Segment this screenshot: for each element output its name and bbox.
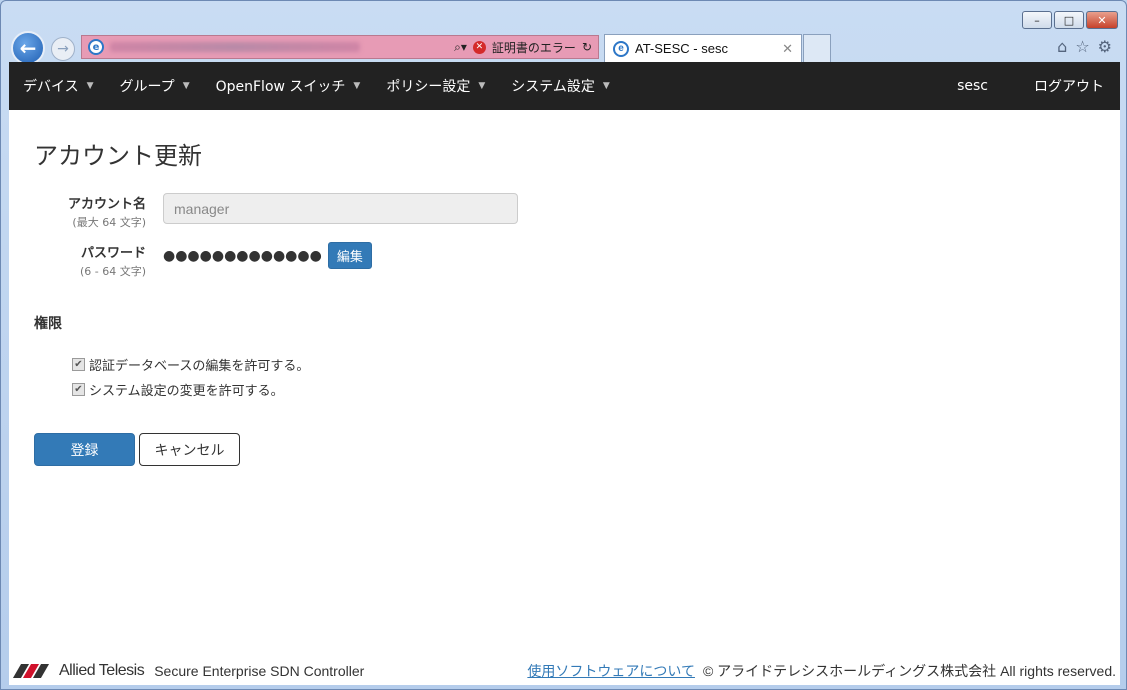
arrow-right-icon: → [57,41,69,57]
permission-system-settings[interactable]: ✔ システム設定の変更を許可する。 [72,380,1095,399]
password-hint: (6 - 64 文字) [79,265,146,278]
navbar: デバイス ▼ グループ ▼ OpenFlow スイッチ ▼ ポリシー設定 ▼ シ… [9,62,1120,110]
software-info-link[interactable]: 使用ソフトウェアについて [527,661,695,681]
close-tab-icon[interactable]: ✕ [782,41,793,57]
address-bar[interactable]: e ⌕▾ ✕ 証明書のエラー ↻ [81,35,599,59]
nav-policy-settings[interactable]: ポリシー設定 ▼ [386,76,485,96]
account-name-label-text: アカウント名 [67,197,146,212]
copyright: © アライドテレシスホールディングス株式会社 All rights reserv… [702,663,1116,679]
arrow-left-icon: ← [19,36,37,60]
password-label-text: パスワード [80,246,146,261]
main-content: アカウント更新 アカウント名 (最大 64 文字) パスワード (6 - 64 … [9,110,1120,492]
permission-label: システム設定の変更を許可する。 [89,384,284,399]
logout-link[interactable]: ログアウト [1034,76,1104,96]
cancel-button[interactable]: キャンセル [139,433,240,466]
chevron-down-icon: ▼ [602,81,610,91]
account-name-row: アカウント名 (最大 64 文字) [34,193,1095,230]
minimize-button[interactable]: – [1022,11,1052,29]
web-page: デバイス ▼ グループ ▼ OpenFlow スイッチ ▼ ポリシー設定 ▼ シ… [9,62,1120,685]
password-row: パスワード (6 - 64 文字) ●●●●●●●●●●●●● 編集 [34,242,1095,279]
nav-system-settings[interactable]: システム設定 ▼ [511,76,610,96]
cert-error-label[interactable]: 証明書のエラー [492,39,576,56]
address-actions: ⌕▾ ✕ 証明書のエラー ↻ [454,39,592,56]
checkbox-checked-icon[interactable]: ✔ [72,358,85,371]
nav-devices[interactable]: デバイス ▼ [23,76,94,96]
refresh-icon[interactable]: ↻ [582,40,592,54]
account-name-hint: (最大 64 文字) [72,216,146,229]
footer-right: 使用ソフトウェアについて © アライドテレシスホールディングス株式会社 All … [527,661,1116,681]
logo-text: Allied Telesis [59,662,145,679]
chevron-down-icon: ▼ [353,81,361,91]
password-label: パスワード (6 - 64 文字) [34,242,146,279]
url-text-blurred [110,42,360,52]
window-controls: – □ ✕ [1022,11,1118,29]
search-icon[interactable]: ⌕▾ [454,40,467,55]
account-name-input [163,193,518,224]
browser-window: – □ ✕ ← → e ⌕▾ ✕ 証明書のエラー ↻ e AT-SESC - s… [0,0,1127,690]
close-window-button[interactable]: ✕ [1086,11,1118,29]
chevron-down-icon: ▼ [86,81,94,91]
allied-telesis-logo: Allied Telesis [12,662,145,680]
ie-icon: e [88,39,104,55]
permissions-title: 権限 [34,316,62,332]
nav-label: グループ [119,79,175,95]
permission-auth-db[interactable]: ✔ 認証データベースの編集を許可する。 [72,355,1095,374]
gear-icon[interactable]: ⚙ [1098,37,1112,56]
form-buttons: 登録 キャンセル [34,433,1095,466]
allied-telesis-logo-icon [12,664,55,678]
forward-button[interactable]: → [51,37,75,61]
nav-groups[interactable]: グループ ▼ [120,76,190,96]
nav-user[interactable]: sesc [957,78,988,94]
ie-icon: e [613,40,629,57]
submit-button[interactable]: 登録 [34,433,135,466]
permission-label: 認証データベースの編集を許可する。 [89,359,310,374]
star-icon[interactable]: ☆ [1075,37,1089,56]
back-button[interactable]: ← [11,31,45,65]
nav-label: OpenFlow スイッチ [215,79,346,95]
nav-openflow-switch[interactable]: OpenFlow スイッチ ▼ [216,76,361,96]
chevron-down-icon: ▼ [478,81,486,91]
password-masked: ●●●●●●●●●●●●● [163,248,322,264]
new-tab-button[interactable] [803,34,831,62]
product-name: Secure Enterprise SDN Controller [154,663,365,679]
account-name-label: アカウント名 (最大 64 文字) [34,193,146,230]
browser-toolbar-icons: ⌂ ☆ ⚙ [1057,37,1112,56]
nav-label: デバイス [23,79,79,95]
maximize-button[interactable]: □ [1054,11,1084,29]
checkbox-checked-icon[interactable]: ✔ [72,383,85,396]
home-icon[interactable]: ⌂ [1057,37,1067,56]
nav-label: システム設定 [511,79,595,95]
footer: Allied Telesis Secure Enterprise SDN Con… [9,657,1120,685]
chevron-down-icon: ▼ [182,81,190,91]
nav-label: ポリシー設定 [386,79,471,95]
page-title: アカウント更新 [34,142,202,170]
edit-password-button[interactable]: 編集 [327,242,372,269]
tab-title: AT-SESC - sesc [635,41,728,56]
browser-tab[interactable]: e AT-SESC - sesc ✕ [604,34,802,62]
cert-error-icon[interactable]: ✕ [472,40,486,54]
